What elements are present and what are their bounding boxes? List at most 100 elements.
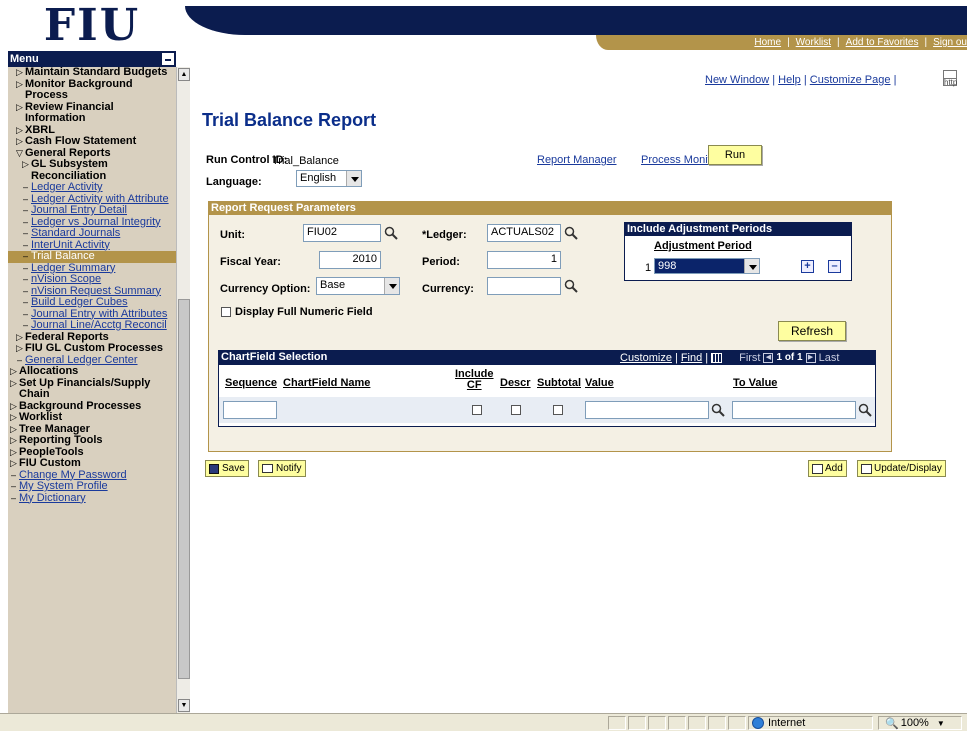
nav-home-link[interactable]: Home: [748, 37, 787, 48]
currency-option-value: Base: [320, 279, 346, 291]
currency-input[interactable]: [487, 277, 561, 295]
to-value-input[interactable]: [732, 401, 856, 419]
search-icon[interactable]: [711, 403, 725, 417]
grid-find-link[interactable]: Find: [681, 352, 702, 364]
menu-item-label: Journal Line/Acctg Reconcil: [31, 319, 167, 331]
nav-worklist-link[interactable]: Worklist: [790, 37, 837, 48]
menu-item[interactable]: ▷ Monitor Background Process: [8, 78, 176, 102]
menu-item[interactable]: – My System Profile: [8, 480, 176, 493]
report-manager-link[interactable]: Report Manager: [537, 154, 617, 166]
new-window-link[interactable]: New Window: [705, 74, 769, 86]
folder-closed-icon: ▷: [10, 458, 17, 468]
col-to-value[interactable]: To Value: [733, 377, 777, 389]
top-nav: Home | Worklist | Add to Favorites | Sign o…: [596, 35, 967, 50]
save-button[interactable]: Save: [205, 460, 249, 477]
dash-icon: –: [22, 308, 28, 319]
menu-item[interactable]: – Trial Balance: [8, 250, 176, 263]
col-chartfield-name[interactable]: ChartField Name: [283, 377, 370, 389]
search-icon[interactable]: [858, 403, 872, 417]
search-icon[interactable]: [564, 279, 578, 293]
previous-icon[interactable]: ◀: [763, 352, 774, 363]
descr-checkbox[interactable]: [511, 405, 521, 415]
menu-header: Menu: [8, 51, 176, 67]
grid-customize-link[interactable]: Customize: [620, 352, 672, 364]
col-include-line2: CF: [466, 379, 482, 391]
ledger-input[interactable]: ACTUALS02: [487, 224, 561, 242]
menu-item[interactable]: ▷ Cash Flow Statement: [8, 135, 176, 148]
menu-item[interactable]: – Journal Line/Acctg Reconcil: [8, 319, 176, 332]
menu-item[interactable]: ▷ FIU Custom: [8, 457, 176, 470]
run-button[interactable]: Run: [708, 145, 762, 165]
security-zone: Internet: [748, 716, 873, 730]
menu-item[interactable]: ▷ Set Up Financials/Supply Chain: [8, 377, 176, 401]
add-button[interactable]: Add: [808, 460, 847, 477]
folder-closed-icon: ▷: [10, 446, 17, 457]
update-display-button[interactable]: Update/Display: [857, 460, 946, 477]
currency-option-label: Currency Option:: [220, 283, 311, 295]
menu-item[interactable]: ▷ Maintain Standard Budgets: [8, 67, 176, 79]
view-all-icon[interactable]: [711, 352, 723, 363]
dash-icon: –: [10, 492, 16, 503]
value-input[interactable]: [585, 401, 709, 419]
nav-favorites-link[interactable]: Add to Favorites: [840, 37, 925, 48]
menu-item[interactable]: – Standard Journals: [8, 227, 176, 240]
search-icon[interactable]: [384, 226, 398, 240]
menu-item[interactable]: – Journal Entry Detail: [8, 204, 176, 217]
menu-item[interactable]: ▷ Review Financial Information: [8, 101, 176, 125]
menu-item-label: Cash Flow Statement: [25, 135, 137, 147]
zoom-control[interactable]: 🔍 100% ▼: [878, 716, 962, 730]
search-icon[interactable]: [564, 226, 578, 240]
customize-page-link[interactable]: Customize Page: [810, 74, 891, 86]
menu-item[interactable]: – Build Ledger Cubes: [8, 296, 176, 309]
delete-row-icon[interactable]: –: [828, 260, 841, 273]
next-icon[interactable]: ▶: [805, 352, 816, 363]
sequence-input[interactable]: [223, 401, 277, 419]
adjustment-period-select[interactable]: 998: [654, 258, 760, 274]
menu-item[interactable]: – Ledger Activity: [8, 181, 176, 194]
run-control-value: Trial_Balance: [272, 155, 339, 167]
col-include-cf[interactable]: Include CF: [455, 369, 494, 391]
menu-scrollbar[interactable]: ▲ ▼: [176, 67, 190, 713]
scroll-down-icon[interactable]: ▼: [178, 699, 190, 712]
nav-signout-link[interactable]: Sign ou: [927, 37, 967, 48]
http-link-icon[interactable]: http: [943, 70, 957, 87]
menu-item[interactable]: ▷ GL Subsystem Reconciliation: [8, 158, 176, 182]
menu-item-label: Reporting Tools: [19, 434, 103, 446]
scroll-thumb[interactable]: [178, 299, 190, 679]
subtotal-checkbox[interactable]: [553, 405, 563, 415]
menu-item[interactable]: ▷ FIU GL Custom Processes: [8, 342, 176, 355]
language-select[interactable]: English: [296, 170, 362, 187]
notify-button[interactable]: Notify: [258, 460, 306, 477]
status-cell: [728, 716, 746, 730]
scroll-up-icon[interactable]: ▲: [178, 68, 190, 81]
menu-item[interactable]: – nVision Scope: [8, 273, 176, 286]
menu-item-label: Maintain Standard Budgets: [25, 67, 168, 78]
dash-icon: –: [22, 274, 28, 284]
add-row-icon[interactable]: +: [801, 260, 814, 273]
zoom-level: 100%: [900, 717, 929, 729]
help-link[interactable]: Help: [778, 74, 801, 86]
chevron-down-icon: [744, 259, 759, 273]
display-full-checkbox[interactable]: [221, 307, 231, 317]
unit-input[interactable]: FIU02: [303, 224, 381, 242]
adjustment-period-column[interactable]: Adjustment Period: [654, 240, 752, 252]
include-cf-checkbox[interactable]: [472, 405, 482, 415]
col-descr[interactable]: Descr: [500, 377, 531, 389]
folder-closed-icon: ▷: [10, 377, 17, 388]
col-sequence[interactable]: Sequence: [225, 377, 277, 389]
language-label: Language:: [206, 176, 262, 188]
menu-item[interactable]: ▷ Worklist: [8, 411, 176, 424]
currency-option-select[interactable]: Base: [316, 277, 400, 295]
refresh-button[interactable]: Refresh: [778, 321, 846, 341]
menu-item[interactable]: ▷ Allocations: [8, 365, 176, 378]
first-label: First: [739, 351, 761, 364]
menu-collapse-icon[interactable]: [162, 53, 174, 65]
col-value[interactable]: Value: [585, 377, 614, 389]
notify-label: Notify: [276, 463, 302, 474]
col-subtotal[interactable]: Subtotal: [537, 377, 581, 389]
menu-item-label: My Dictionary: [19, 491, 86, 504]
fiscal-year-input[interactable]: 2010: [319, 251, 381, 269]
menu-item[interactable]: – My Dictionary: [8, 491, 176, 505]
period-input[interactable]: 1: [487, 251, 561, 269]
menu-item[interactable]: ▷ Reporting Tools: [8, 434, 176, 447]
